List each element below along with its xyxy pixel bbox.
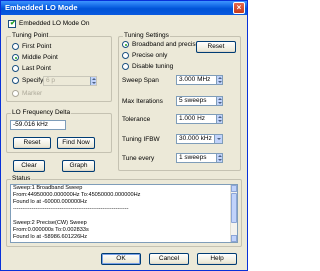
chevron-down-icon[interactable]	[214, 135, 222, 143]
status-log[interactable]: Sweep:1 Broadband Sweep From:44950000.00…	[10, 184, 238, 243]
specify-point-value: 6 p	[46, 77, 56, 84]
first-point-label: First Point	[22, 43, 52, 50]
spinner-icon[interactable]	[216, 76, 222, 84]
title-bar[interactable]: Embedded LO Mode ×	[1, 1, 247, 15]
close-icon[interactable]: ×	[233, 2, 245, 14]
tune-every-label: Tune every	[122, 155, 155, 162]
status-line: Found lo at -58986.601226Hz	[13, 234, 88, 240]
status-line	[11, 213, 237, 220]
spinner-icon[interactable]	[90, 77, 96, 85]
specify-label: Specify	[22, 77, 44, 84]
disable-tuning-label: Disable tuning	[132, 63, 174, 70]
specify-radio[interactable]	[12, 77, 19, 84]
marker-radio[interactable]	[12, 90, 19, 97]
ok-button[interactable]: OK	[101, 253, 141, 265]
tuning-point-title: Tuning Point	[11, 32, 50, 39]
middle-point-label: Middle Point	[22, 54, 58, 61]
spinner-icon[interactable]	[216, 154, 222, 162]
status-line: From:44950000.000000Hz To:45050000.00000…	[13, 192, 141, 198]
status-line: From:0.000000s To:0.002833s	[13, 227, 89, 233]
status-line: Sweep:2 Precise(CW) Sweep	[13, 220, 87, 226]
clear-button[interactable]: Clear	[13, 160, 45, 172]
spinner-icon[interactable]	[216, 115, 222, 123]
max-iterations-label: Max Iterations	[122, 98, 163, 105]
help-button[interactable]: Help	[197, 253, 237, 265]
lo-delta-reset-button[interactable]: Reset	[13, 137, 51, 149]
specify-point-field[interactable]: 6 p	[43, 76, 97, 86]
tolerance-field[interactable]: 1.000 Hz	[176, 114, 223, 124]
status-line: Found lo at -60000.000000Hz	[13, 199, 88, 205]
tolerance-label: Tolerance	[122, 116, 151, 123]
scrollbar-thumb[interactable]	[231, 193, 237, 223]
status-line: Sweep:1 Broadband Sweep	[13, 185, 83, 191]
embedded-lo-mode-checkbox[interactable]: ✔	[8, 20, 16, 28]
last-point-label: Last Point	[22, 65, 51, 72]
status-title: Status	[11, 175, 32, 182]
marker-label: Marker	[22, 90, 43, 97]
middle-point-radio[interactable]	[12, 54, 19, 61]
sweep-span-field[interactable]: 3.000 MHz	[176, 75, 223, 85]
tuning-ifbw-value: 30.000 kHz	[179, 135, 212, 142]
precise-only-radio[interactable]	[122, 52, 129, 59]
last-point-radio[interactable]	[12, 65, 19, 72]
tuning-settings-title: Tuning Settings	[123, 32, 170, 39]
sweep-span-value: 3.000 MHz	[179, 76, 211, 83]
precise-only-label: Precise only	[132, 52, 168, 59]
disable-tuning-radio[interactable]	[122, 63, 129, 70]
scroll-down-icon[interactable]	[231, 235, 237, 242]
lo-delta-title: LO Frequency Delta	[11, 109, 72, 116]
graph-button[interactable]: Graph	[62, 160, 95, 172]
tuning-ifbw-field[interactable]: 30.000 kHz	[176, 134, 223, 144]
max-iterations-value: 5 sweeps	[179, 97, 207, 104]
spinner-icon[interactable]	[216, 97, 222, 105]
checkmark-icon: ✔	[10, 20, 16, 27]
embedded-lo-mode-label: Embedded LO Mode On	[19, 20, 90, 27]
status-line: ----------------------------------------…	[13, 206, 129, 212]
scroll-up-icon[interactable]	[231, 185, 237, 192]
status-scrollbar[interactable]	[230, 185, 237, 242]
broadband-precise-radio[interactable]	[122, 41, 129, 48]
dialog-window: Embedded LO Mode × ✔ Embedded LO Mode On…	[0, 0, 248, 271]
first-point-radio[interactable]	[12, 43, 19, 50]
tuning-reset-button[interactable]: Reset	[196, 41, 236, 53]
find-now-button[interactable]: Find Now	[57, 137, 95, 149]
lo-delta-field: -59.016 kHz	[10, 120, 66, 130]
tuning-ifbw-label: Tuning IFBW	[122, 136, 160, 143]
window-title: Embedded LO Mode	[5, 3, 78, 12]
tune-every-value: 1 sweeps	[179, 154, 207, 161]
max-iterations-field[interactable]: 5 sweeps	[176, 96, 223, 106]
broadband-precise-label: Broadband and precise	[132, 41, 200, 48]
cancel-button[interactable]: Cancel	[149, 253, 189, 265]
sweep-span-label: Sweep Span	[122, 77, 159, 84]
lo-delta-value: -59.016 kHz	[13, 121, 49, 128]
tolerance-value: 1.000 Hz	[179, 115, 206, 122]
tune-every-field[interactable]: 1 sweeps	[176, 153, 223, 163]
